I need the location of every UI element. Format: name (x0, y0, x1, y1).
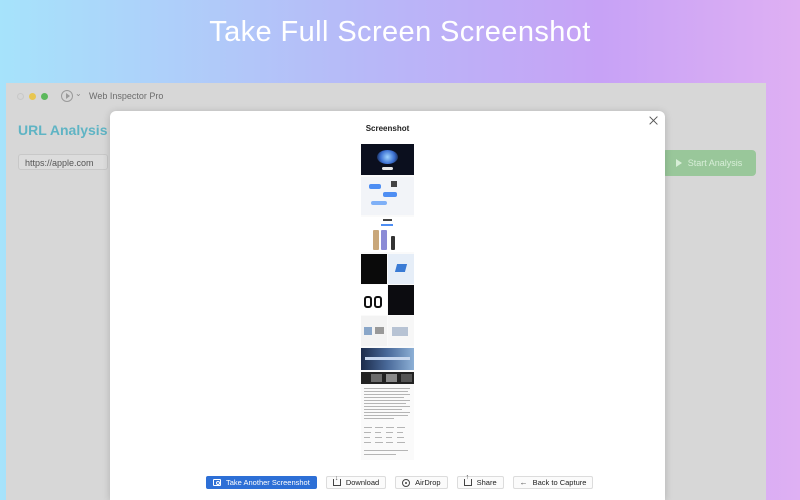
take-another-screenshot-button[interactable]: Take Another Screenshot (206, 476, 317, 489)
start-analysis-button[interactable]: Start Analysis (662, 150, 756, 176)
preview-footer-line (386, 427, 394, 428)
close-window-button[interactable] (17, 93, 24, 100)
preview-footer-line (386, 442, 393, 443)
preview-footer-line (364, 437, 370, 438)
back-to-capture-label: Back to Capture (532, 478, 587, 487)
download-label: Download (345, 478, 380, 487)
preview-text-line (364, 388, 410, 389)
preview-footer-line (386, 437, 392, 438)
preview-chat-avatar (391, 181, 397, 187)
preview-footer-line (364, 427, 372, 428)
download-icon (332, 475, 341, 486)
preview-product-graphic (375, 327, 384, 334)
preview-text-line (364, 400, 410, 401)
airdrop-icon (402, 478, 411, 487)
preview-hero-button (382, 167, 393, 170)
preview-text-line (364, 406, 410, 407)
preview-footer-line (364, 432, 371, 433)
preview-chat-bubble (383, 192, 397, 197)
preview-media-thumb (371, 374, 382, 382)
preview-hero-graphic (377, 150, 398, 164)
hero-title: Take Full Screen Screenshot (209, 16, 591, 48)
preview-footer-line (364, 454, 396, 455)
preview-chat-bubble (369, 184, 381, 189)
preview-dark-tile (361, 254, 387, 284)
start-analysis-label: Start Analysis (687, 158, 743, 168)
airdrop-label: AirDrop (415, 478, 441, 487)
preview-banner-text (365, 357, 410, 360)
minimize-window-button[interactable] (29, 93, 36, 100)
share-icon (463, 474, 472, 486)
preview-footer-line (397, 442, 405, 443)
preview-footer-line (364, 450, 408, 451)
preview-text-line (364, 391, 408, 392)
preview-footer-line (375, 427, 383, 428)
share-button[interactable]: Share (456, 474, 504, 489)
take-another-label: Take Another Screenshot (226, 478, 310, 487)
preview-footer-line (397, 432, 403, 433)
play-icon (675, 159, 682, 167)
preview-footer-line (397, 437, 404, 438)
preview-iphone-section (361, 217, 414, 252)
preview-footer-line (375, 437, 382, 438)
preview-footer-line (375, 432, 381, 433)
preview-iphone-device (391, 236, 395, 250)
share-label: Share (476, 478, 497, 487)
preview-iphone-device (381, 230, 387, 250)
page-title: URL Analysis (18, 122, 108, 138)
modal-action-bar: Take Another Screenshot Download AirDrop… (206, 474, 594, 489)
airdrop-button[interactable]: AirDrop (395, 476, 448, 489)
preview-tile-graphic (394, 264, 408, 272)
preview-product-graphic (392, 327, 408, 336)
preview-text-line (364, 397, 404, 398)
preview-watch-graphic (374, 296, 382, 308)
modal-title: Screenshot (365, 124, 410, 133)
chevron-down-icon[interactable]: ⌄ (75, 89, 82, 98)
back-to-capture-button[interactable]: ← Back to Capture (512, 476, 594, 489)
preview-footer-line (375, 442, 383, 443)
play-icon[interactable] (61, 90, 73, 102)
screenshot-modal: Screenshot Take Another Screenshot ↓ Dow… (110, 111, 665, 500)
title-bar: ⌄ Web Inspector Pro (6, 83, 766, 110)
preview-text-line (364, 412, 410, 413)
preview-text-line (364, 403, 406, 404)
preview-media-thumb (386, 374, 397, 382)
arrow-left-icon: ← (519, 478, 528, 487)
zoom-window-button[interactable] (41, 93, 48, 100)
camera-icon (213, 479, 221, 486)
close-icon[interactable] (649, 115, 659, 125)
url-input[interactable]: https://apple.com (18, 154, 108, 170)
preview-text-line (364, 415, 408, 416)
preview-text-line (364, 418, 394, 419)
preview-text-line (364, 409, 402, 410)
preview-footer-line (364, 442, 371, 443)
preview-dark-tile (388, 285, 414, 315)
preview-footer-line (386, 432, 393, 433)
preview-iphone-title (383, 219, 392, 221)
preview-iphone-link (381, 224, 393, 226)
screenshot-preview (361, 144, 414, 460)
preview-watch-graphic (364, 296, 372, 308)
download-button[interactable]: Download (325, 475, 387, 489)
app-name: Web Inspector Pro (89, 91, 164, 101)
preview-iphone-device (373, 230, 379, 250)
preview-product-graphic (364, 327, 372, 335)
preview-footer-line (397, 427, 405, 428)
preview-chat-bubble (371, 201, 387, 205)
preview-text-line (364, 394, 410, 395)
preview-media-thumb (401, 374, 412, 382)
